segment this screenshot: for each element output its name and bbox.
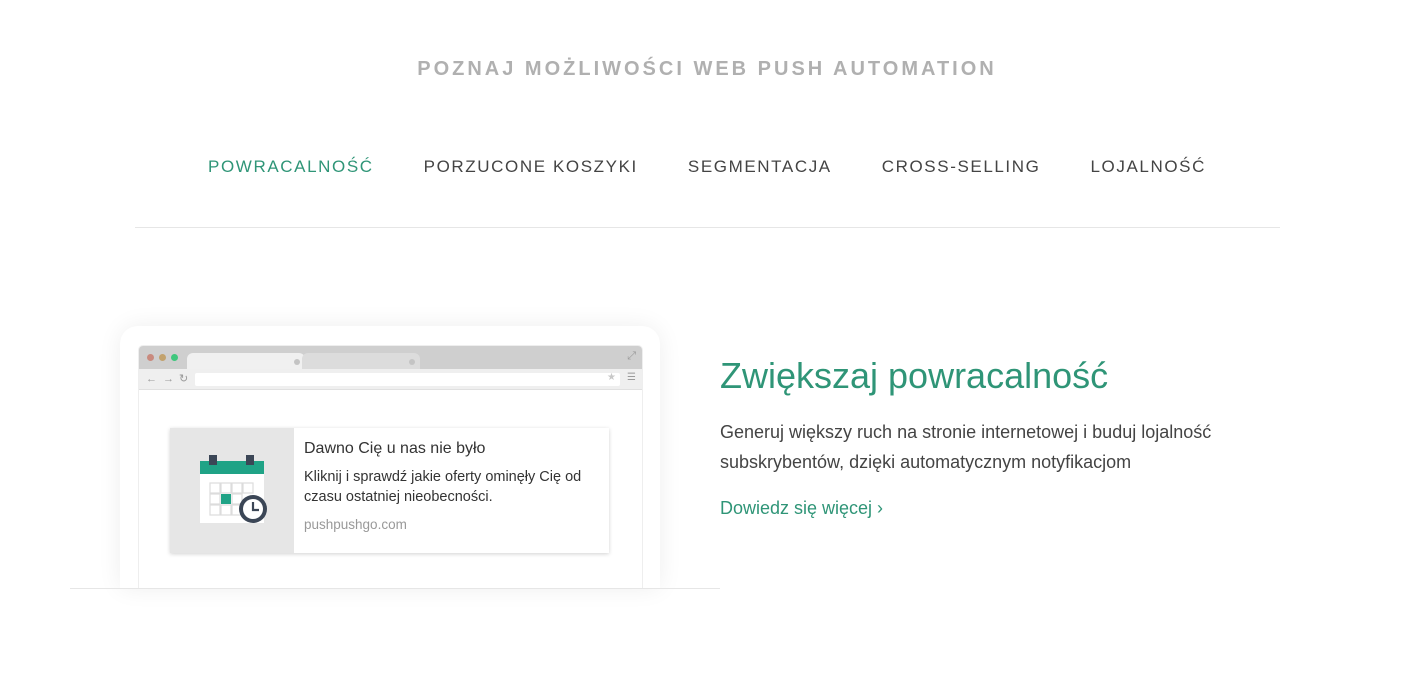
forward-arrow-icon: → <box>163 373 174 385</box>
notification-text: Kliknij i sprawdź jakie oferty ominęły C… <box>304 469 582 505</box>
feature-description: Generuj większy ruch na stronie internet… <box>720 422 1212 472</box>
push-notification: Dawno Cię u nas nie było Kliknij i spraw… <box>170 428 609 553</box>
back-arrow-icon: ← <box>146 373 157 385</box>
window-close-dot <box>147 354 154 361</box>
browser-toolbar: ← → ↻ ★ ☰ <box>139 369 642 390</box>
tabs-divider <box>135 227 1280 228</box>
browser-tabbar: ⤢ <box>139 346 642 369</box>
tab-powracalnosc[interactable]: POWRACALNOŚĆ <box>208 157 374 177</box>
tab-cross-selling[interactable]: CROSS-SELLING <box>882 157 1041 177</box>
learn-more-link[interactable]: Dowiedz się więcej › <box>720 498 883 519</box>
tab-segmentacja[interactable]: SEGMENTACJA <box>688 157 832 177</box>
window-maximize-dot <box>171 354 178 361</box>
tab-lojalnosc[interactable]: LOJALNOŚĆ <box>1090 157 1206 177</box>
menu-icon: ☰ <box>627 372 636 383</box>
browser-tab <box>302 353 420 369</box>
browser-tab-active <box>187 353 305 369</box>
feature-heading: Zwiększaj powracalność <box>720 355 1109 396</box>
tab-porzucone-koszyki[interactable]: PORZUCONE KOSZYKI <box>424 157 638 177</box>
illustration-baseline <box>70 588 720 589</box>
section-title: POZNAJ MOŻLIWOŚCI WEB PUSH AUTOMATION <box>417 58 997 80</box>
notification-domain: pushpushgo.com <box>304 517 407 532</box>
window-minimize-dot <box>159 354 166 361</box>
notification-body: Dawno Cię u nas nie było Kliknij i spraw… <box>294 428 614 553</box>
browser-mockup: ⤢ ← → ↻ ★ ☰ Dawno Cię u nas nie było Kli… <box>139 346 642 588</box>
reload-icon: ↻ <box>179 373 189 385</box>
feature-tabs: POWRACALNOŚĆ PORZUCONE KOSZYKI SEGMENTAC… <box>0 157 1410 177</box>
star-icon: ★ <box>607 372 616 383</box>
notification-title: Dawno Cię u nas nie było <box>304 440 486 457</box>
calendar-clock-icon <box>170 428 294 553</box>
address-bar: ★ <box>195 372 620 386</box>
expand-icon: ⤢ <box>627 350 636 362</box>
